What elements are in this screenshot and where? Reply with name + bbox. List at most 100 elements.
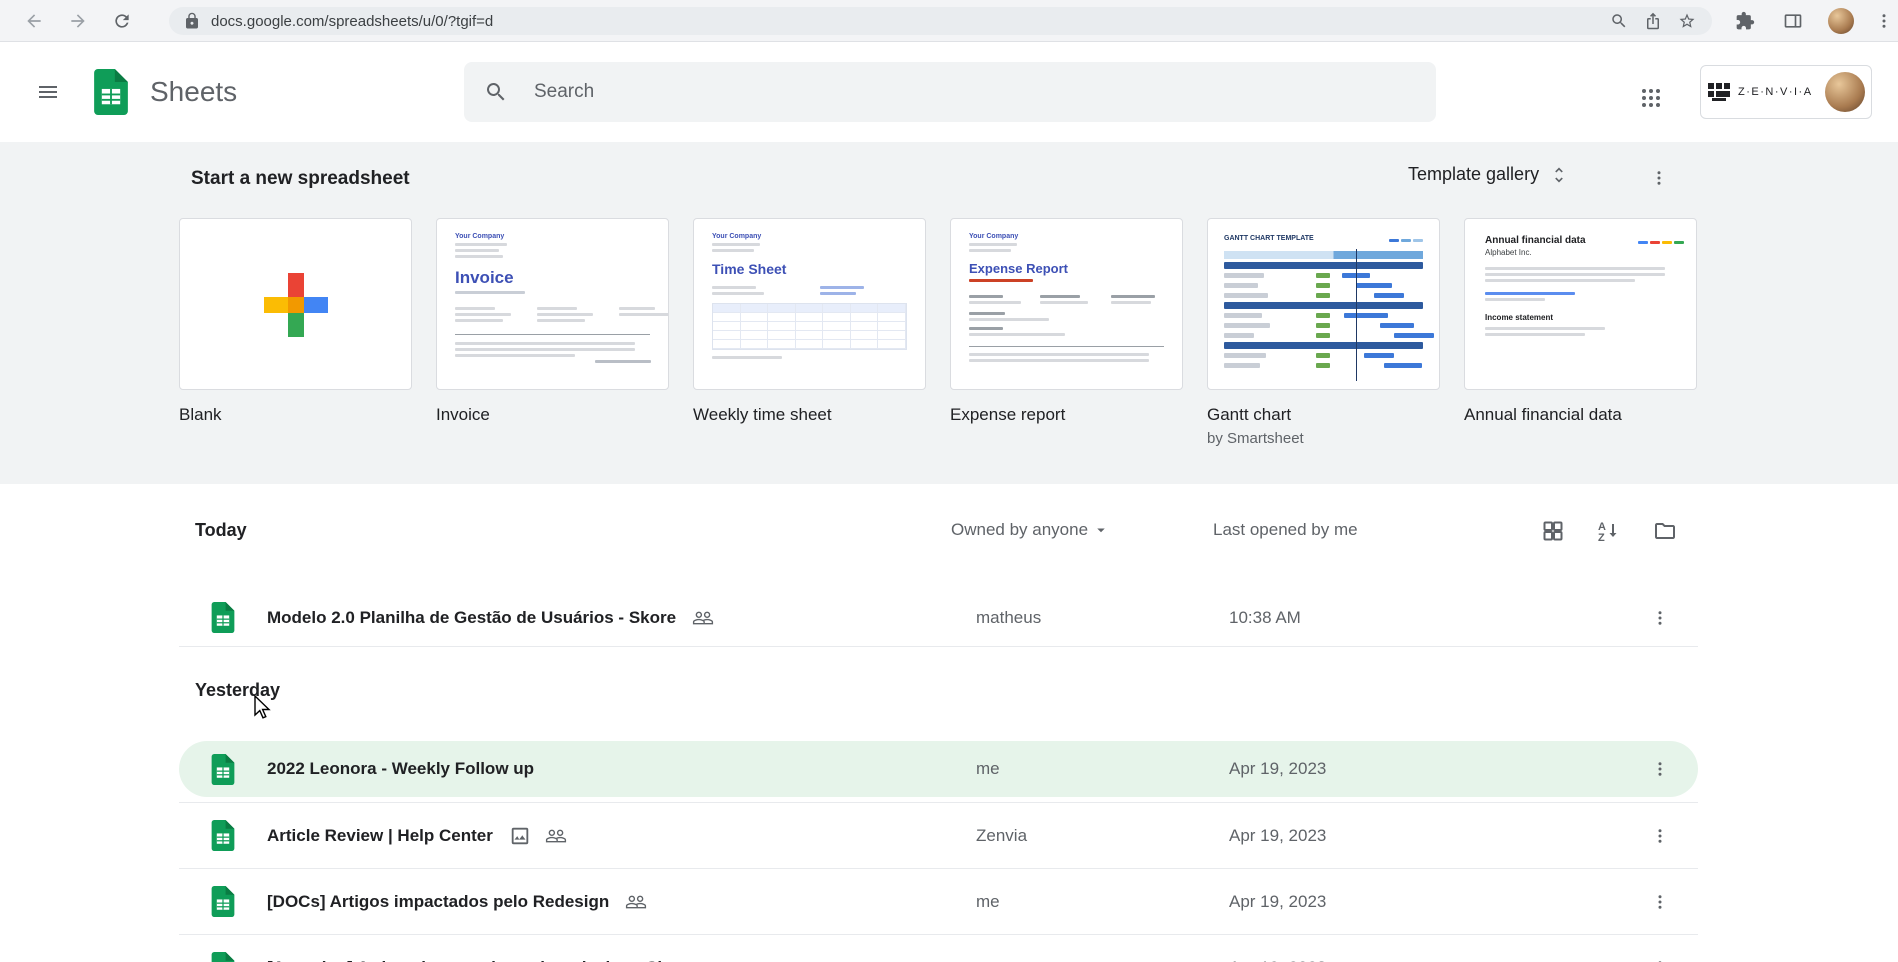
- main-menu-button[interactable]: [24, 68, 72, 116]
- bookmark-button[interactable]: [1678, 12, 1696, 30]
- template-section-menu-button[interactable]: [1645, 164, 1673, 192]
- account-avatar[interactable]: [1825, 72, 1865, 112]
- kebab-icon: [1658, 894, 1662, 909]
- thumb-title: Expense Report: [969, 261, 1068, 276]
- mini-table: [712, 303, 907, 350]
- sort-az-icon: A Z: [1598, 521, 1617, 543]
- lock-icon[interactable]: [183, 12, 201, 30]
- account-badge[interactable]: Z·E·N·V·I·A: [1700, 65, 1872, 119]
- sheets-file-icon: [211, 753, 235, 785]
- template-card-timesheet[interactable]: Your Company Time Sheet Weekly time shee…: [693, 218, 926, 447]
- app-header: Sheets Z·E·N·V·I·A: [0, 42, 1898, 142]
- expense-thumbnail: Your Company Expense Report: [950, 218, 1183, 390]
- row-menu-button[interactable]: [1641, 817, 1679, 855]
- shared-people-icon: [626, 895, 647, 908]
- template-section: Start a new spreadsheet Template gallery…: [0, 142, 1898, 484]
- browser-menu-button[interactable]: [1872, 9, 1896, 33]
- sheets-file-icon: [211, 886, 235, 917]
- apps-grid-icon: [1642, 89, 1660, 107]
- file-opened-date: Apr 19, 2023: [1229, 891, 1327, 911]
- row-menu-button[interactable]: [1641, 599, 1679, 637]
- template-label: Gantt chart: [1207, 405, 1292, 424]
- template-card-invoice[interactable]: Your Company Invoice Invoice: [436, 218, 669, 447]
- address-bar[interactable]: docs.google.com/spreadsheets/u/0/?tgif=d: [169, 7, 1712, 35]
- sort-button[interactable]: A Z: [1594, 516, 1624, 546]
- zoom-button[interactable]: [1610, 12, 1628, 30]
- share-button[interactable]: [1644, 12, 1662, 30]
- thumb-company: Your Company: [712, 233, 762, 240]
- sheets-file-icon: [211, 602, 235, 633]
- template-cards: Blank Your Company Invoice Invoice Your …: [179, 218, 1697, 447]
- sheets-file-icon: [211, 952, 235, 962]
- sheets-logo-icon[interactable]: [94, 69, 128, 115]
- template-label: Annual financial data: [1464, 405, 1622, 424]
- file-opened-date: Apr 19, 2023: [1229, 759, 1327, 778]
- search-input[interactable]: [532, 80, 1416, 104]
- side-panel-button[interactable]: [1781, 9, 1805, 33]
- unfold-more-icon: [1555, 167, 1563, 182]
- browser-reload-button[interactable]: [110, 9, 134, 33]
- template-gallery-button[interactable]: Template gallery: [1408, 164, 1569, 185]
- file-opened-date: 10:38 AM: [1229, 607, 1301, 627]
- file-row-selected[interactable]: 2022 Leonora - Weekly Follow up me Apr 1…: [179, 741, 1698, 797]
- file-opened-date: Apr 19, 2023: [1229, 958, 1326, 962]
- thumb-title: GANTT CHART TEMPLATE: [1224, 234, 1314, 242]
- star-icon: [1679, 13, 1695, 28]
- owner-filter-button[interactable]: Owned by anyone: [951, 520, 1110, 540]
- last-opened-column-button[interactable]: Last opened by me: [1213, 520, 1358, 540]
- template-card-annual[interactable]: Annual financial data Alphabet Inc. Inco…: [1464, 218, 1697, 447]
- zenvia-logo-icon: [1708, 83, 1730, 101]
- kebab-icon: [1658, 828, 1662, 843]
- group-label-today: Today: [195, 520, 247, 540]
- browser-back-button[interactable]: [22, 9, 46, 33]
- file-list-section: Today Owned by anyone Last opened by me …: [0, 484, 1898, 962]
- magnifier-icon: [1612, 14, 1626, 28]
- template-card-expense[interactable]: Your Company Expense Report Expense repo…: [950, 218, 1183, 447]
- browser-forward-button[interactable]: [66, 9, 90, 33]
- file-row[interactable]: Modelo 2.0 Planilha de Gestão de Usuário…: [179, 589, 1698, 647]
- template-label: Weekly time sheet: [693, 405, 832, 424]
- file-title: Article Review | Help Center: [267, 825, 493, 845]
- account-brand-label: Z·E·N·V·I·A: [1738, 86, 1813, 98]
- owner-filter-label: Owned by anyone: [951, 520, 1089, 539]
- file-row-partial[interactable]: [Attention] Artigos impactados pelo rede…: [179, 934, 1698, 962]
- kebab-icon: [1882, 14, 1886, 28]
- timesheet-thumbnail: Your Company Time Sheet: [693, 218, 926, 390]
- image-icon: [511, 827, 529, 844]
- plus-icon: [264, 273, 328, 337]
- hamburger-icon: [39, 86, 57, 98]
- grid-view-icon: [1543, 521, 1563, 541]
- row-menu-button[interactable]: [1641, 750, 1679, 788]
- thumb-company: Your Company: [455, 233, 505, 240]
- back-arrow-icon: [27, 14, 41, 28]
- file-row[interactable]: Article Review | Help Center Zenvia Apr …: [179, 802, 1698, 868]
- kebab-icon: [1657, 171, 1661, 185]
- file-row[interactable]: [DOCs] Artigos impactados pelo Redesign …: [179, 868, 1698, 934]
- file-title: 2022 Leonora - Weekly Follow up: [267, 759, 535, 778]
- open-file-picker-button[interactable]: [1650, 516, 1680, 546]
- template-label: Expense report: [950, 405, 1066, 424]
- template-card-blank[interactable]: Blank: [179, 218, 412, 447]
- svg-text:Z: Z: [1598, 532, 1605, 543]
- grid-view-button[interactable]: [1538, 516, 1568, 546]
- file-owner: me: [976, 759, 1000, 778]
- row-menu-button[interactable]: [1641, 883, 1679, 921]
- sheets-file-icon: [211, 820, 235, 851]
- extensions-button[interactable]: [1733, 9, 1757, 33]
- folder-icon: [1655, 523, 1675, 539]
- last-opened-label: Last opened by me: [1213, 520, 1358, 539]
- search-icon[interactable]: [484, 80, 508, 104]
- blank-thumbnail: [179, 218, 412, 390]
- kebab-icon: [1658, 960, 1662, 962]
- template-card-gantt[interactable]: GANTT CHART TEMPLATE Gantt chart by Smar…: [1207, 218, 1440, 447]
- chart-legend: [1636, 231, 1684, 249]
- browser-profile-avatar[interactable]: [1828, 8, 1854, 34]
- kebab-icon: [1658, 610, 1662, 625]
- gantt-legend: [1387, 229, 1423, 247]
- search-bar[interactable]: [464, 62, 1436, 122]
- forward-arrow-icon: [71, 14, 85, 28]
- share-icon: [1647, 12, 1659, 30]
- google-apps-button[interactable]: [1629, 76, 1673, 120]
- row-menu-button[interactable]: [1641, 949, 1679, 962]
- kebab-icon: [1658, 762, 1662, 776]
